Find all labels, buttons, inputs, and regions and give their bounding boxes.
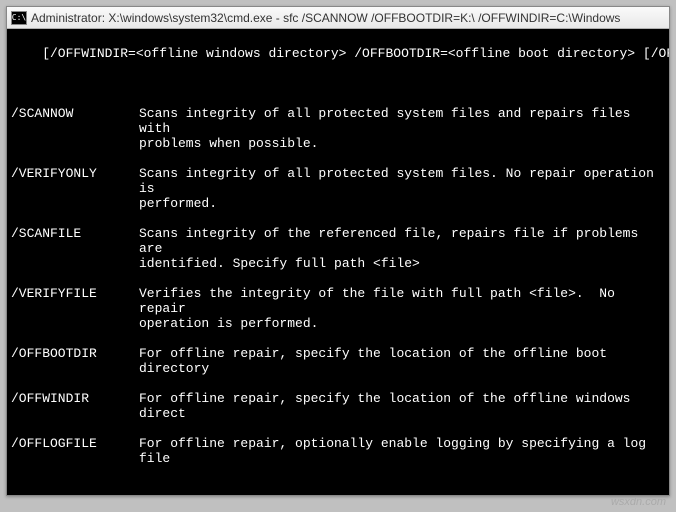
watermark-text: wsxdn.com xyxy=(611,496,666,508)
cmd-window: C:\ Administrator: X:\windows\system32\c… xyxy=(6,6,670,496)
titlebar[interactable]: C:\ Administrator: X:\windows\system32\c… xyxy=(7,7,669,29)
window-title: Administrator: X:\windows\system32\cmd.e… xyxy=(31,11,620,25)
terminal-output[interactable]: [/OFFWINDIR=<offline windows directory> … xyxy=(7,29,669,495)
option-offlogfile: /OFFLOGFILEFor offline repair, optionall… xyxy=(11,436,665,466)
blank-line xyxy=(11,76,665,91)
cmd-icon: C:\ xyxy=(11,11,27,25)
option-scannow: /SCANNOWScans integrity of all protected… xyxy=(11,106,665,151)
blank-line xyxy=(11,481,665,495)
option-offbootdir: /OFFBOOTDIRFor offline repair, specify t… xyxy=(11,346,665,376)
option-verifyfile: /VERIFYFILEVerifies the integrity of the… xyxy=(11,286,665,331)
option-scanfile: /SCANFILEScans integrity of the referenc… xyxy=(11,226,665,271)
help-header: [/OFFWINDIR=<offline windows directory> … xyxy=(11,46,665,61)
option-verifyonly: /VERIFYONLYScans integrity of all protec… xyxy=(11,166,665,211)
option-offwindir: /OFFWINDIRFor offline repair, specify th… xyxy=(11,391,665,421)
